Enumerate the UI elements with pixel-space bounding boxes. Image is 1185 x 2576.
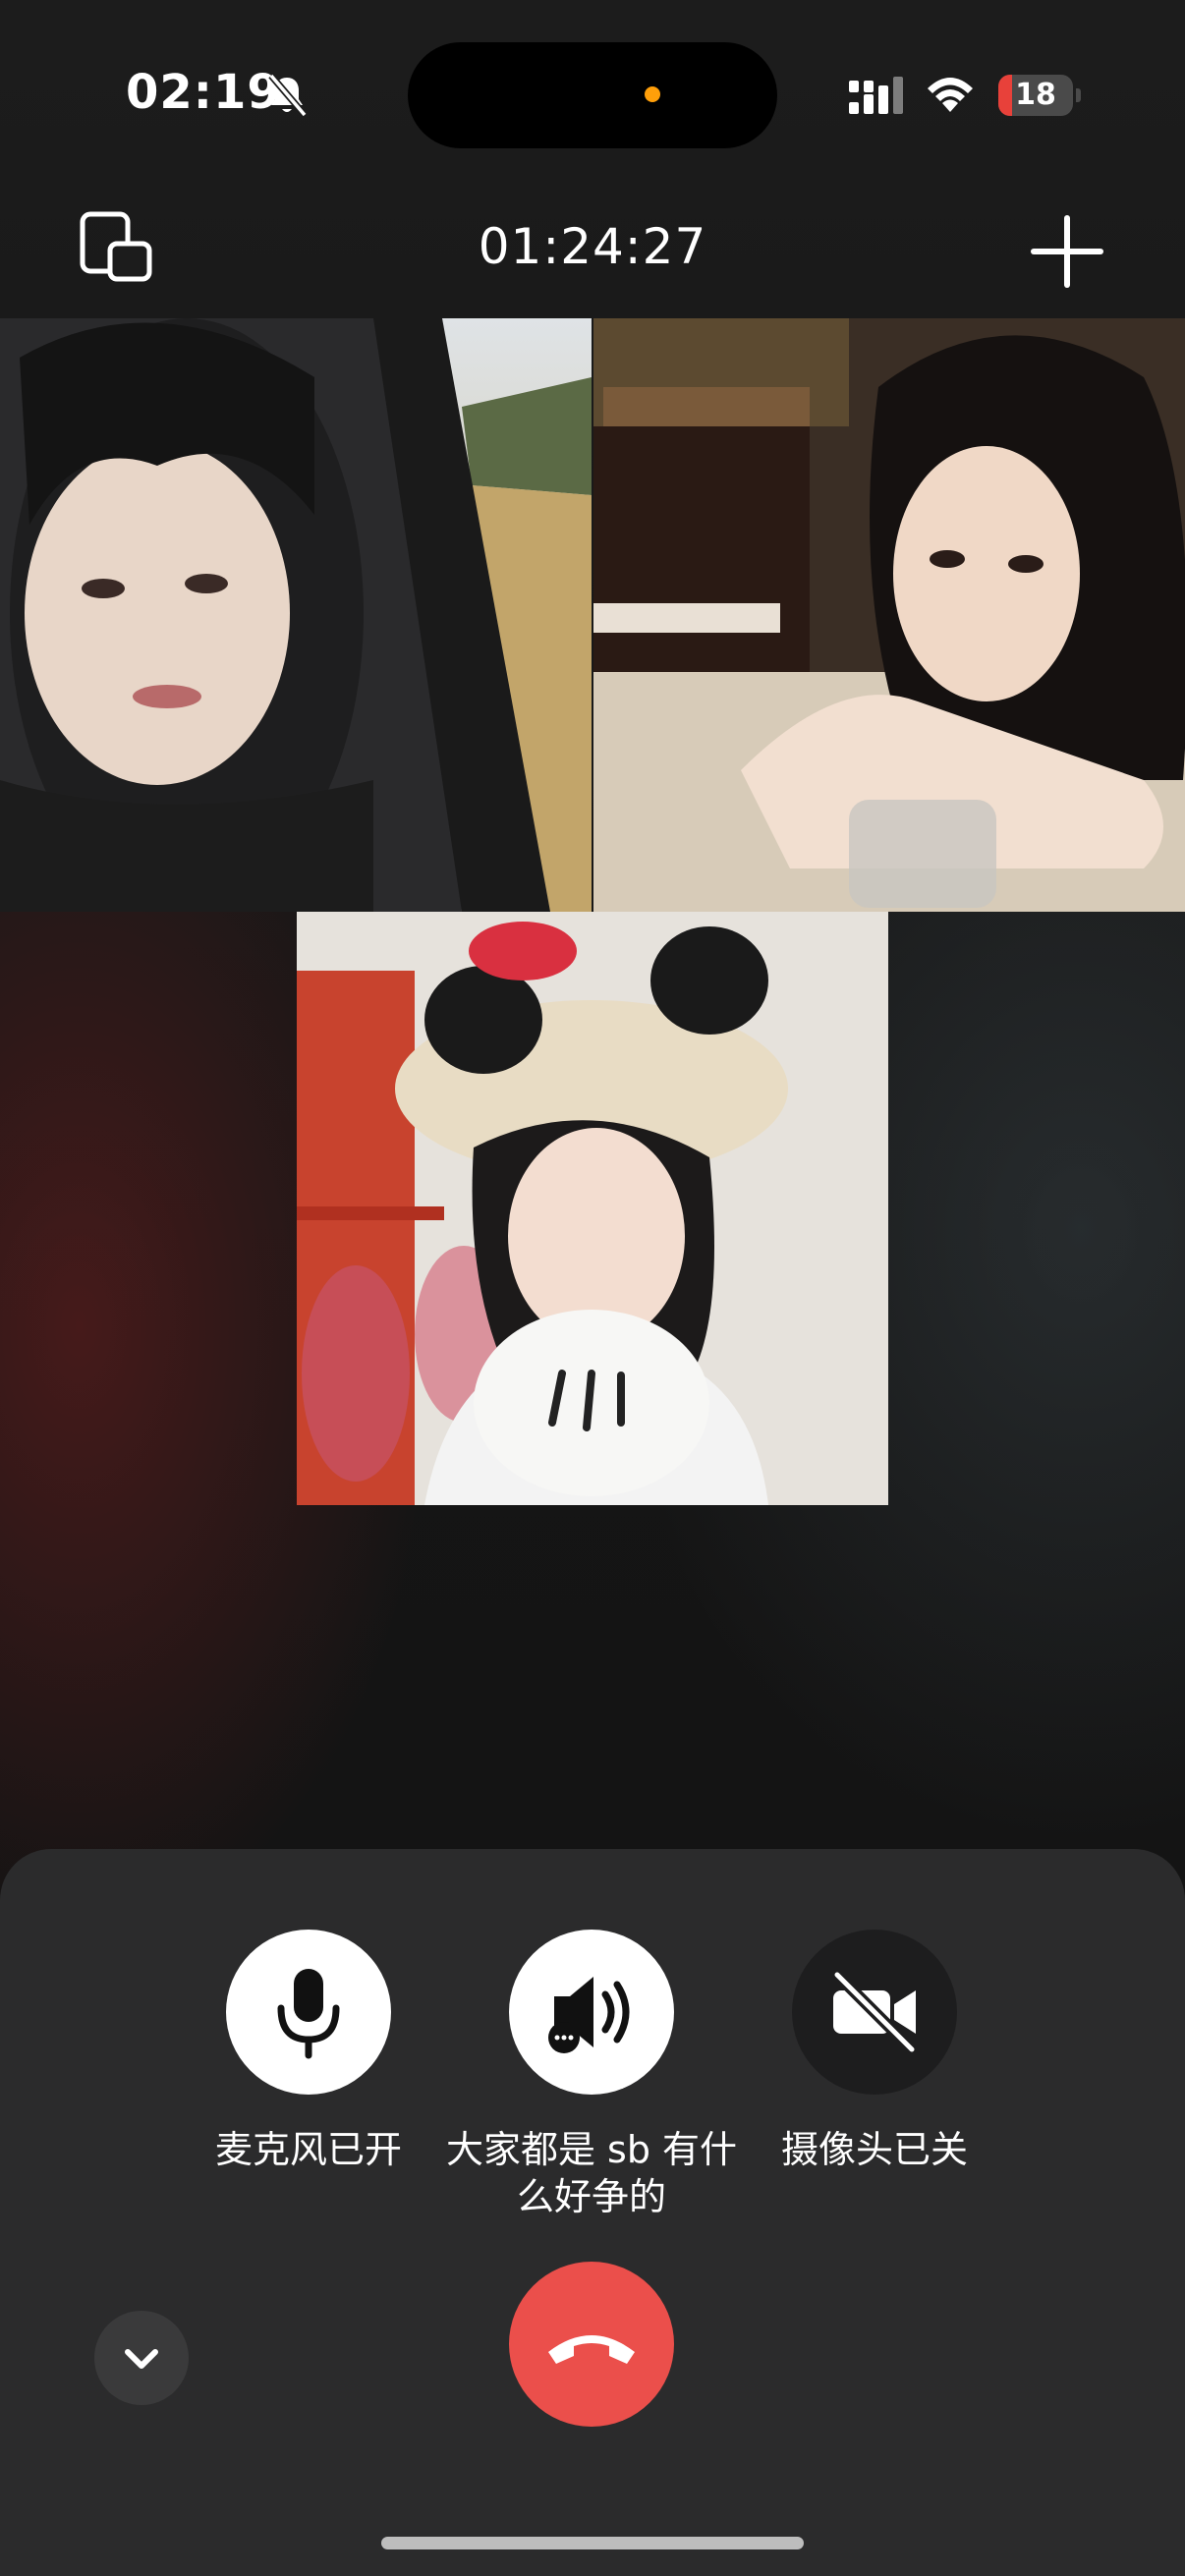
speaker-label: 大家都是 sb 有什么好争的 (445, 2128, 738, 2218)
microphone-label: 麦克风已开 (214, 2128, 402, 2171)
privacy-indicator-dot (645, 86, 660, 102)
cellular-signal-icon (849, 77, 903, 114)
collapse-button[interactable] (94, 2311, 189, 2405)
home-indicator[interactable] (381, 2537, 804, 2549)
status-time: 02:19 (126, 65, 281, 120)
speaker-button[interactable] (509, 1930, 674, 2095)
phone-hangup-icon (548, 2335, 635, 2364)
camera-button[interactable] (792, 1930, 957, 2095)
dynamic-island (408, 42, 777, 148)
participant-video-3[interactable] (297, 912, 888, 1505)
microphone-icon (277, 1969, 340, 2059)
wifi-icon (928, 78, 973, 112)
chevron-down-icon (125, 2349, 158, 2369)
end-call-button[interactable] (509, 2262, 674, 2427)
status-bar: 02:19 18 (0, 0, 1185, 187)
bell-slash-icon (268, 73, 308, 118)
speaker-icon (548, 1977, 630, 2053)
participant-video-2[interactable] (593, 318, 1185, 912)
participant-video-1[interactable] (0, 318, 592, 912)
battery-level: 18 (1015, 78, 1056, 112)
camera-label: 摄像头已关 (780, 2128, 968, 2171)
camera-off-icon (832, 1970, 917, 2054)
call-duration: 01:24:27 (478, 218, 707, 275)
battery-icon: 18 (998, 75, 1081, 116)
microphone-button[interactable] (226, 1930, 391, 2095)
add-participant-icon[interactable] (1030, 214, 1104, 289)
